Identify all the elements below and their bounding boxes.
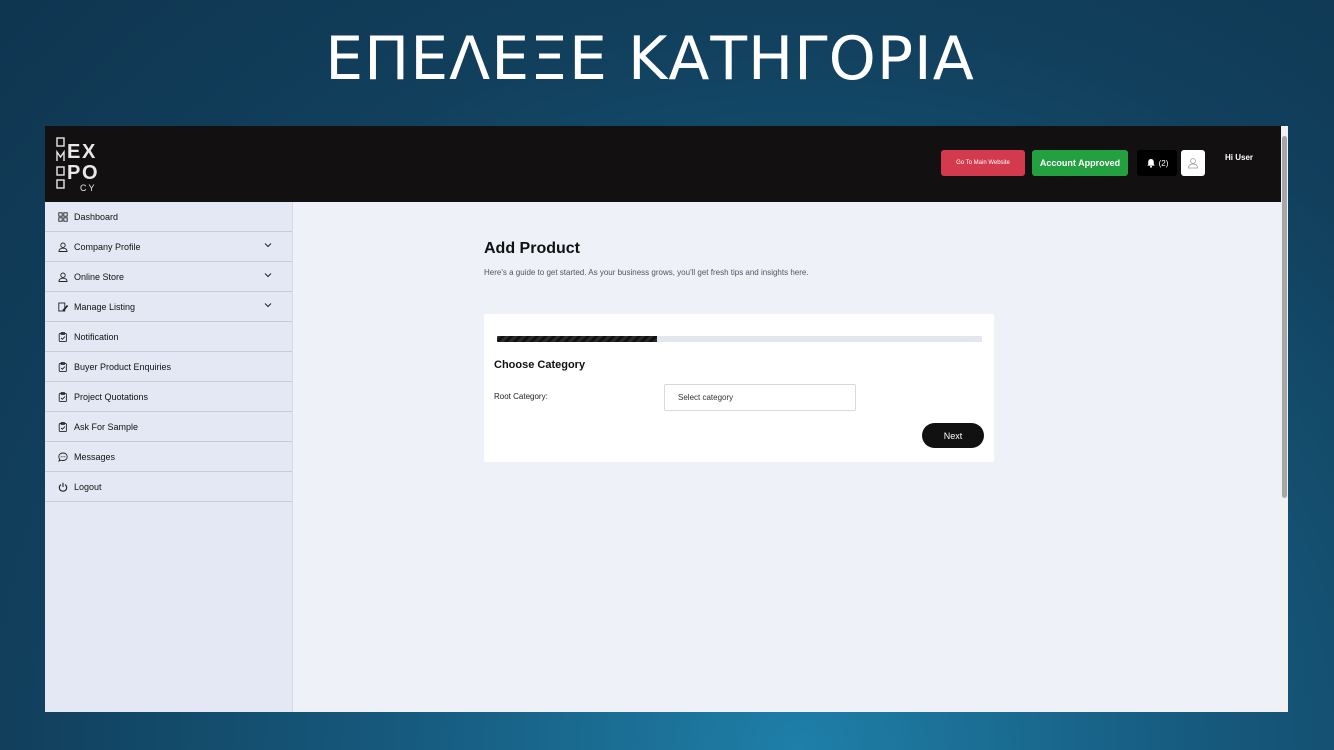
logo-text: CY — [80, 183, 97, 193]
sidebar-item-label: Project Quotations — [74, 391, 149, 402]
notification-count: (2) — [1158, 158, 1169, 168]
sidebar-item-label: Company Profile — [74, 241, 141, 252]
next-button[interactable]: Next — [922, 423, 984, 448]
logo-text: X — [82, 141, 96, 163]
sidebar-item-online-store[interactable]: Online Store — [45, 262, 292, 292]
sidebar-item-project-quotations[interactable]: Project Quotations — [45, 382, 292, 412]
sidebar-item-notification[interactable]: Notification — [45, 322, 292, 352]
logo-text: E — [67, 141, 80, 163]
clipboard-icon — [58, 421, 67, 432]
root-category-select[interactable]: Select category — [664, 384, 856, 411]
clipboard-icon — [58, 361, 67, 372]
scrollbar-thumb[interactable] — [1282, 136, 1287, 498]
select-placeholder: Select category — [678, 393, 734, 402]
user-icon — [58, 242, 68, 252]
chevron-down-icon[interactable] — [264, 301, 272, 309]
progress-bar-fill — [497, 336, 658, 342]
app-screen: E X P O CY Go To Main Website Account Ap… — [45, 126, 1288, 712]
chat-icon — [58, 452, 68, 462]
user-icon — [58, 272, 68, 282]
add-product-card: Choose Category Root Category: Select ca… — [484, 314, 994, 462]
edit-icon — [58, 302, 68, 311]
bell-icon — [1146, 159, 1155, 168]
clipboard-icon — [58, 331, 67, 342]
sidebar-item-label: Ask For Sample — [74, 421, 139, 432]
chevron-down-icon[interactable] — [264, 241, 272, 249]
sidebar-item-buyer-product-enquiries[interactable]: Buyer Product Enquiries — [45, 352, 292, 382]
notifications-button[interactable]: (2) — [1137, 150, 1177, 176]
expo-logo[interactable]: E X P O CY — [55, 134, 115, 194]
slide-title: ΕΠΕΛΕΞΕ ΚΑΤΗΓΟΡΙΑ — [325, 24, 975, 94]
sidebar-item-label: Notification — [74, 331, 119, 342]
sidebar-item-label: Online Store — [74, 271, 125, 282]
sidebar-item-label: Logout — [74, 481, 102, 492]
sidebar-item-company-profile[interactable]: Company Profile — [45, 232, 292, 262]
chevron-down-icon[interactable] — [264, 271, 272, 279]
section-title: Choose Category — [494, 359, 586, 371]
avatar[interactable] — [1181, 150, 1205, 176]
page-title: Add Product — [484, 240, 580, 257]
sidebar-item-dashboard[interactable]: Dashboard — [45, 202, 292, 232]
user-greeting: Hi User — [1225, 153, 1254, 162]
power-icon — [58, 482, 68, 492]
sidebar-item-label: Messages — [74, 451, 116, 462]
sidebar-item-label: Manage Listing — [74, 301, 136, 312]
go-to-main-website-button[interactable]: Go To Main Website — [941, 150, 1025, 176]
progress-bar — [497, 336, 982, 342]
root-category-label: Root Category: — [494, 392, 548, 401]
sidebar-item-label: Dashboard — [74, 211, 119, 222]
scrollbar[interactable] — [1281, 126, 1288, 712]
sidebar-item-manage-listing[interactable]: Manage Listing — [45, 292, 292, 322]
sidebar-item-ask-for-sample[interactable]: Ask For Sample — [45, 412, 292, 442]
grid-icon — [58, 211, 68, 222]
logo-text: P — [67, 162, 80, 184]
sidebar: Dashboard Company Profile Online Store M… — [45, 202, 293, 712]
sidebar-item-logout[interactable]: Logout — [45, 472, 292, 502]
clipboard-icon — [58, 391, 67, 402]
sidebar-item-label: Buyer Product Enquiries — [74, 361, 172, 372]
logo-text: O — [82, 162, 98, 184]
page-subtitle: Here's a guide to get started. As your b… — [484, 268, 809, 277]
top-bar: E X P O CY Go To Main Website Account Ap… — [45, 126, 1281, 202]
user-icon — [1188, 158, 1198, 169]
sidebar-item-messages[interactable]: Messages — [45, 442, 292, 472]
account-approved-button[interactable]: Account Approved — [1032, 150, 1128, 176]
